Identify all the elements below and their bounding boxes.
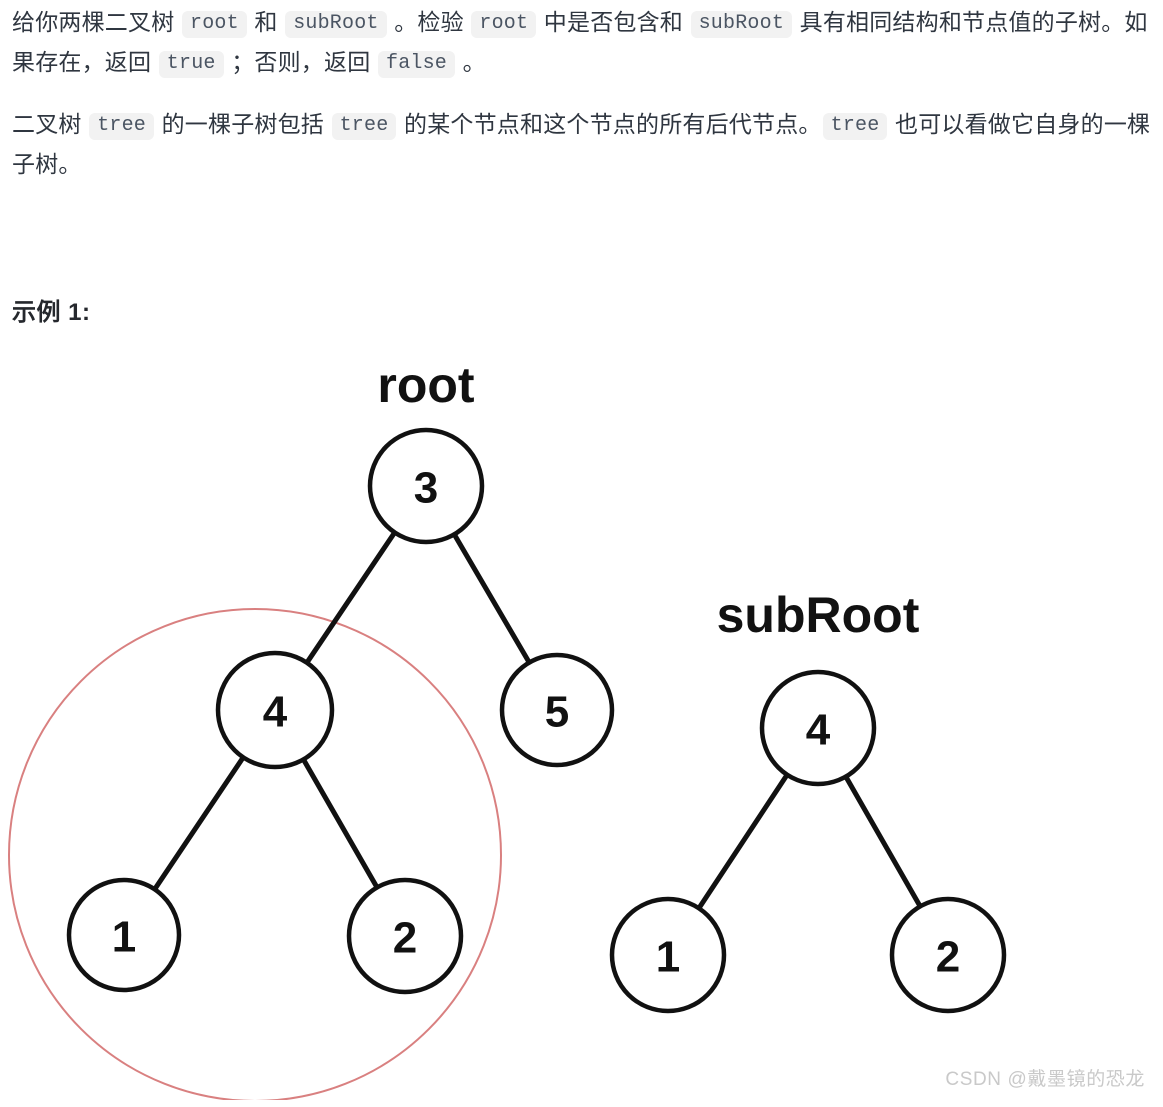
- tree-node-sub-2: 2: [889, 896, 1007, 1014]
- tree-edge-root-4-to-root-1: [151, 753, 247, 893]
- text-segment: 和: [247, 9, 285, 35]
- inline-code-root: root: [182, 11, 247, 38]
- tree-edge-sub-4-to-sub-2: [842, 773, 924, 910]
- inline-code-root: root: [471, 11, 537, 38]
- node-value-root-3: 3: [414, 464, 438, 513]
- tree-edge-root-4-to-root-2: [300, 756, 381, 891]
- node-value-sub-1: 1: [656, 933, 680, 982]
- tree-diagram-svg: 3 4 5 1 2 root 4 1 2 subRoot: [8, 357, 1007, 1100]
- node-value-root-2: 2: [393, 914, 417, 963]
- tree-node-root-1: 1: [66, 877, 182, 993]
- tree-edge-root-3-to-root-5: [451, 530, 533, 666]
- inline-code-false: false: [378, 51, 456, 78]
- page-root: 给你两棵二叉树 root 和 subRoot 。检验 root 中是否包含和 s…: [0, 0, 1163, 1107]
- text-segment: 给你两棵二叉树: [12, 9, 181, 35]
- text-segment: 中是否包含和: [537, 9, 690, 35]
- tree-node-root-2: 2: [346, 877, 464, 995]
- paragraph-subtree-definition: 二叉树 tree 的一棵子树包括 tree 的某个节点和这个节点的所有后代节点。…: [12, 104, 1152, 184]
- csdn-watermark: CSDN @戴墨镜的恐龙: [945, 1069, 1145, 1090]
- inline-code-tree: tree: [331, 113, 397, 140]
- binary-tree-diagram: 3 4 5 1 2 root 4 1 2 subRoot: [0, 340, 1163, 1100]
- text-segment: 的一棵子树包括: [155, 111, 331, 137]
- inline-code-subroot: subRoot: [690, 11, 793, 38]
- node-value-sub-4: 4: [806, 706, 831, 755]
- inline-code-tree: tree: [89, 113, 155, 140]
- inline-code-subroot: subRoot: [285, 11, 387, 38]
- tree-node-sub-4: 4: [759, 669, 877, 787]
- root-tree-title: root: [377, 357, 475, 413]
- text-segment: ；否则，返回: [224, 49, 377, 75]
- node-value-sub-2: 2: [936, 933, 960, 982]
- text-segment: 。检验: [387, 9, 471, 35]
- tree-node-root-5: 5: [499, 652, 615, 768]
- text-segment: 二叉树: [12, 111, 89, 137]
- tree-edge-sub-4-to-sub-1: [695, 771, 791, 912]
- tree-node-root-3: 3: [367, 427, 485, 545]
- text-segment: 的某个节点和这个节点的所有后代节点。: [397, 111, 822, 137]
- text-segment: 。: [456, 49, 486, 75]
- node-value-root-4: 4: [263, 688, 288, 737]
- tree-node-root-4: 4: [215, 650, 335, 770]
- inline-code-true: true: [158, 51, 224, 78]
- inline-code-tree: tree: [822, 113, 888, 140]
- node-value-root-5: 5: [545, 688, 569, 737]
- tree-node-sub-1: 1: [609, 896, 727, 1014]
- paragraph-problem-statement: 给你两棵二叉树 root 和 subRoot 。检验 root 中是否包含和 s…: [12, 2, 1152, 82]
- node-value-root-1: 1: [112, 913, 136, 962]
- example-heading: 示例 1:: [12, 299, 91, 326]
- subroot-tree-title: subRoot: [717, 587, 920, 643]
- problem-description: 给你两棵二叉树 root 和 subRoot 。检验 root 中是否包含和 s…: [12, 2, 1152, 206]
